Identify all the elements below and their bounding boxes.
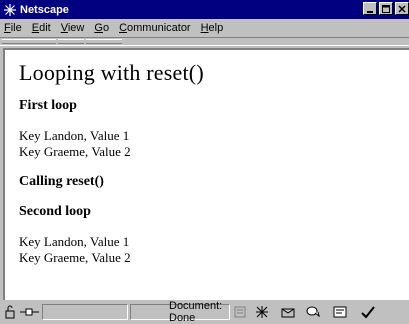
netscape-icon xyxy=(3,3,17,17)
section-title-first-loop: First loop xyxy=(19,98,77,113)
menu-file-label: ile xyxy=(10,22,22,34)
composer-component-icon[interactable] xyxy=(332,304,348,320)
entry-line: Key Graeme, Value 2 xyxy=(19,250,131,265)
close-button[interactable] xyxy=(395,2,409,15)
title-bar[interactable]: Netscape xyxy=(0,0,409,19)
offline-icon[interactable] xyxy=(232,304,248,320)
menu-bar: File Edit View Go Communicator Help xyxy=(0,19,409,37)
toolbar-grip-navigation[interactable] xyxy=(2,39,56,44)
menu-communicator-label: ommunicator xyxy=(127,22,191,34)
menu-help-label: elp xyxy=(208,22,224,34)
toolbar-grip-location[interactable] xyxy=(58,39,84,44)
status-text: Document: Done xyxy=(169,300,223,324)
menu-help[interactable]: Help xyxy=(196,22,229,34)
browser-window: Netscape File Edit View Go Communicator … xyxy=(0,0,409,324)
entry-line: Key Landon, Value 1 xyxy=(19,234,130,249)
status-text-panel: Document: Done xyxy=(130,300,230,324)
menu-edit-label: dit xyxy=(39,22,51,34)
menu-go-label: o xyxy=(102,22,110,34)
checkmark-icon[interactable] xyxy=(360,304,376,320)
menu-view-label: iew xyxy=(67,22,85,34)
menu-view[interactable]: View xyxy=(56,22,90,34)
menu-communicator[interactable]: Communicator xyxy=(114,22,196,34)
menu-go-accel: G xyxy=(94,22,103,34)
discussion-component-icon[interactable] xyxy=(306,304,322,320)
maximize-button[interactable] xyxy=(379,2,393,15)
window-title: Netscape xyxy=(20,3,69,16)
menu-file-accel: F xyxy=(4,22,11,34)
connection-status-icon xyxy=(18,304,42,320)
second-loop-entries: Key Landon, Value 1 Key Graeme, Value 2 xyxy=(19,234,409,266)
menu-edit[interactable]: Edit xyxy=(27,22,56,34)
section-title-calling-reset: Calling reset() xyxy=(19,174,104,189)
menu-edit-accel: E xyxy=(31,22,40,34)
collapsed-toolbars xyxy=(0,37,409,46)
menu-communicator-accel: C xyxy=(119,22,128,34)
first-loop-entries: Key Landon, Value 1 Key Graeme, Value 2 xyxy=(19,128,409,160)
security-lock-icon[interactable] xyxy=(2,304,18,320)
entry-line: Key Graeme, Value 2 xyxy=(19,144,131,159)
mailbox-component-icon[interactable] xyxy=(280,304,296,320)
section-title-second-loop: Second loop xyxy=(19,204,91,219)
status-bar: Document: Done xyxy=(0,300,409,324)
page-heading: Looping with reset() xyxy=(19,60,204,85)
menu-view-accel: V xyxy=(60,22,68,34)
menu-help-accel: H xyxy=(200,22,209,34)
page-content: Looping with reset() First loop Key Land… xyxy=(3,48,409,300)
entry-line: Key Landon, Value 1 xyxy=(19,128,130,143)
menu-file[interactable]: File xyxy=(0,22,27,34)
progress-bar xyxy=(42,304,128,320)
toolbar-grip-personal[interactable] xyxy=(86,39,122,44)
minimize-button[interactable] xyxy=(363,2,377,15)
menu-go[interactable]: Go xyxy=(89,22,114,34)
navigator-component-icon[interactable] xyxy=(254,304,270,320)
